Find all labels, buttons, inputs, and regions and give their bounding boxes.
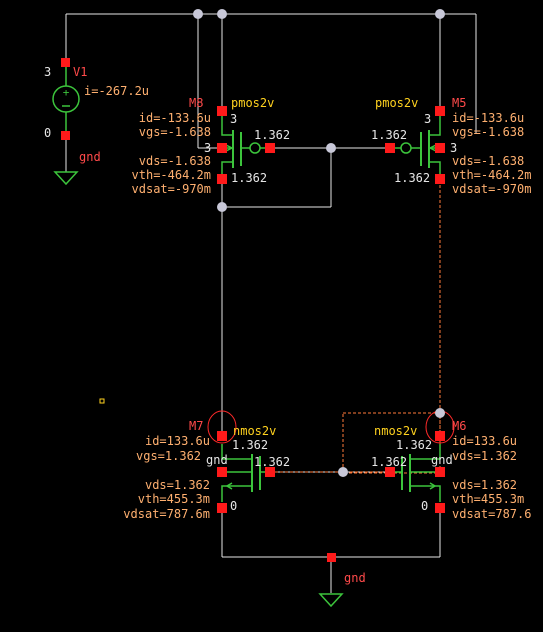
m6-source-voltage: 0: [421, 499, 428, 513]
junction-rail-2[interactable]: [217, 9, 227, 19]
m7-gate-voltage: 1.362: [254, 455, 290, 469]
junctions: [193, 9, 445, 477]
m5-name: M5: [452, 96, 466, 110]
m6-name: M6: [452, 419, 466, 433]
m8-param-vth: vth=-464.2m: [132, 168, 211, 182]
source-plus-icon: +: [63, 86, 70, 99]
m5-param-vgs: vgs=-1.638: [452, 125, 524, 139]
stray-marker: [99, 398, 105, 404]
m6-param-vds: vds=1.362: [452, 478, 517, 492]
m8-pin-bulk[interactable]: [217, 143, 227, 153]
m5-param-id: id=-133.6u: [452, 111, 524, 125]
m6-param-vth: vth=455.3m: [452, 492, 524, 506]
m6-pin-bulk[interactable]: [435, 467, 445, 477]
m5-param-vth: vth=-464.2m: [452, 168, 531, 182]
junction-pmos-gate[interactable]: [326, 143, 336, 153]
source-pin-bot[interactable]: [61, 131, 70, 140]
m5-pin-bulk[interactable]: [435, 143, 445, 153]
m5-pin-drain[interactable]: [435, 174, 445, 184]
m7-pin-source[interactable]: [217, 503, 227, 513]
m5-pin-source[interactable]: [435, 106, 445, 116]
m7-param-vgs: vgs=1.362: [136, 449, 201, 463]
ground-bottom-label: gnd: [344, 571, 366, 585]
m6-param-vdsat: vdsat=787.6: [452, 507, 531, 521]
m7-pin-drain[interactable]: [217, 431, 227, 441]
ground-symbol-left: [53, 171, 79, 186]
m5-gate-bubble: [400, 142, 412, 154]
m6-model: nmos2v: [374, 424, 417, 438]
source-gnd-label: gnd: [79, 150, 101, 164]
source-pin-top[interactable]: [61, 58, 70, 67]
source-name: V1: [73, 65, 87, 79]
m8-pin-left-label: 3: [204, 141, 211, 155]
m7-name: M7: [189, 419, 203, 433]
ground-pin-bottom[interactable]: [327, 553, 336, 562]
m6-gate-voltage: 1.362: [371, 455, 407, 469]
m8-param-vgs: vgs=-1.638: [139, 125, 211, 139]
m6-pin-drain[interactable]: [435, 431, 445, 441]
m5-gate-voltage: 1.362: [371, 128, 407, 142]
ground-symbol-bottom: [318, 593, 344, 608]
junction-nmos-gate[interactable]: [338, 467, 348, 477]
m6-param-vgs: vds=1.362: [452, 449, 517, 463]
junction-rail-3[interactable]: [435, 9, 445, 19]
m7-pin-bulk[interactable]: [217, 467, 227, 477]
m5-param-vdsat: vdsat=-970m: [452, 182, 531, 196]
m5-drain-voltage: 1.362: [394, 171, 430, 185]
m8-model: pmos2v: [231, 96, 274, 110]
m8-param-vdsat: vdsat=-970m: [132, 182, 211, 196]
m7-source-voltage: 0: [230, 499, 237, 513]
m8-param-id: id=-133.6u: [139, 111, 211, 125]
m8-param-vds: vds=-1.638: [139, 154, 211, 168]
m5-pin-top-label: 3: [424, 112, 431, 126]
junction-m8-drain[interactable]: [217, 202, 227, 212]
m6-pin-source[interactable]: [435, 503, 445, 513]
m8-name: M8: [189, 96, 203, 110]
source-terminal-top: 3: [44, 65, 51, 79]
source-current: i=-267.2u: [84, 84, 149, 98]
m8-gate-bubble: [249, 142, 261, 154]
m6-drain-voltage: 1.362: [396, 438, 432, 452]
m8-drain-voltage: 1.362: [231, 171, 267, 185]
m6-param-id: id=133.6u: [452, 434, 517, 448]
m8-pin-top-label: 3: [230, 112, 237, 126]
m8-pin-drain[interactable]: [217, 174, 227, 184]
m8-pin-source[interactable]: [217, 106, 227, 116]
m5-pin-right-label: 3: [450, 141, 457, 155]
schematic-canvas: + 3 V1 i=-267.2u 0 gnd M8 pmos2v 3 3 1.3…: [44, 9, 531, 608]
m8-pin-gate[interactable]: [265, 143, 275, 153]
m7-bulk-label: gnd: [206, 453, 228, 467]
junction-m6-drain[interactable]: [435, 408, 445, 418]
m7-drain-voltage: 1.362: [232, 438, 268, 452]
m7-param-vds: vds=1.362: [145, 478, 210, 492]
m5-model: pmos2v: [375, 96, 418, 110]
m5-drain-lead: [429, 161, 441, 176]
source-terminal-bot: 0: [44, 126, 51, 140]
m7-param-id: id=133.6u: [145, 434, 210, 448]
junction-rail-1[interactable]: [193, 9, 203, 19]
m5-param-vds: vds=-1.638: [452, 154, 524, 168]
m7-param-vdsat: vdsat=787.6m: [123, 507, 210, 521]
m8-gate-voltage: 1.362: [254, 128, 290, 142]
m5-pin-gate[interactable]: [385, 143, 395, 153]
m6-bulk-label: gnd: [431, 453, 453, 467]
m7-model: nmos2v: [233, 424, 276, 438]
m7-param-vth: vth=455.3m: [138, 492, 210, 506]
